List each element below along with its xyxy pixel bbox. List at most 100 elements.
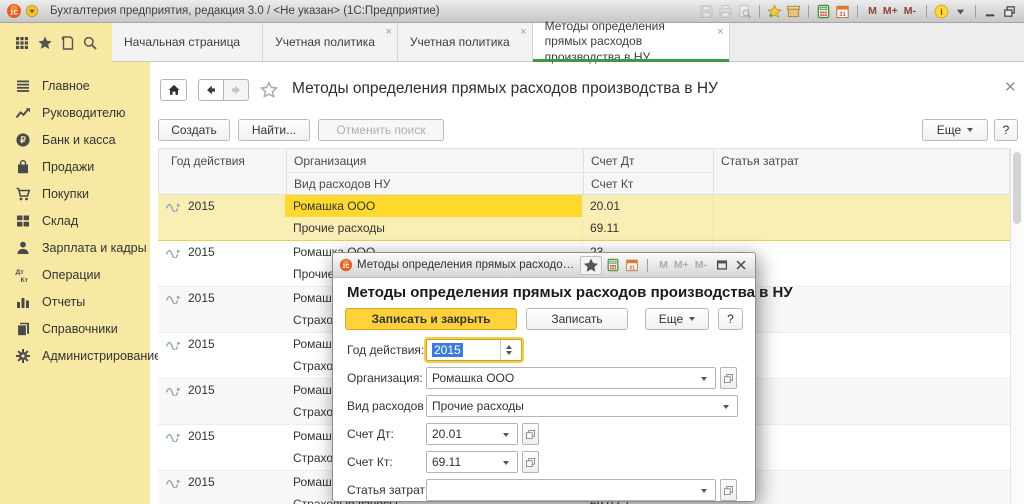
1c-logo-icon[interactable]: 1C [6, 3, 22, 19]
field-input[interactable]: 2015 [426, 339, 522, 361]
grid9-icon[interactable] [14, 35, 30, 51]
tab-1[interactable]: Учетная политика× [263, 23, 398, 61]
system-menu-icon[interactable] [25, 4, 39, 18]
star-add-icon[interactable] [766, 4, 783, 19]
close-icon[interactable] [733, 258, 749, 272]
header-kt[interactable]: Счет Кт [591, 177, 633, 191]
sidebar-item-0[interactable]: Главное [0, 72, 150, 99]
sidebar-item-5[interactable]: Склад [0, 207, 150, 234]
home-button[interactable] [160, 79, 187, 101]
open-button[interactable] [720, 367, 737, 389]
sidebar-item-2[interactable]: ₽Банк и касса [0, 126, 150, 153]
history-icon[interactable] [59, 35, 75, 51]
more-button[interactable]: Еще [922, 119, 988, 141]
icon-group-divider [975, 5, 976, 18]
favorite-star-icon[interactable] [260, 81, 278, 99]
sidebar-item-3[interactable]: Продажи [0, 153, 150, 180]
sidebar-item-label: Администрирование [42, 349, 161, 363]
caret-down-icon[interactable] [719, 401, 732, 412]
calendar-icon[interactable]: 31 [624, 258, 640, 272]
person-icon [15, 240, 31, 256]
save-icon [698, 4, 715, 19]
nav-back-button[interactable] [198, 79, 224, 101]
sidebar-item-4[interactable]: Покупки [0, 180, 150, 207]
open-button[interactable] [720, 479, 737, 501]
wave-icon [165, 201, 182, 212]
find-button[interactable]: Найти... [238, 119, 310, 141]
star-icon[interactable] [580, 256, 602, 275]
dialog-field-row: Статья затрат: [333, 479, 755, 501]
sidebar-item-8[interactable]: Отчеты [0, 288, 150, 315]
icon-group-divider [926, 5, 927, 18]
caret-icon[interactable] [952, 4, 969, 19]
minimize-icon[interactable] [982, 4, 999, 19]
vertical-scrollbar[interactable] [1010, 148, 1023, 504]
save-button[interactable]: Записать [526, 308, 628, 330]
create-button[interactable]: Создать [158, 119, 230, 141]
help-button[interactable]: ? [994, 119, 1018, 141]
tab-close-icon[interactable]: × [520, 27, 526, 38]
sidebar-item-7[interactable]: ДтКтОперации [0, 261, 150, 288]
dialog-memory-buttons: MM+M- [656, 259, 710, 271]
tab-close-icon[interactable]: × [385, 27, 391, 38]
sidebar-item-9[interactable]: Справочники [0, 315, 150, 342]
tab-3[interactable]: Методы определения прямых расходов произ… [533, 23, 730, 61]
cell-cost-item [712, 425, 1010, 447]
ruble-icon: ₽ [15, 132, 31, 148]
dialog-more-button[interactable]: Еще [645, 308, 709, 330]
wave-icon [165, 293, 182, 304]
svg-text:31: 31 [629, 265, 635, 271]
search-icon[interactable] [82, 35, 98, 51]
cell-dt: 20.01 [582, 195, 712, 217]
header-dt[interactable]: Счет Дт [591, 154, 635, 168]
scrollbar-thumb[interactable] [1013, 152, 1021, 224]
memory-button-m[interactable]: M [865, 5, 880, 17]
table-row[interactable]: 2015Ромашка ОООПрочие расходы20.0169.11 [158, 195, 1010, 241]
memory-button-m-[interactable]: M- [901, 5, 919, 17]
more-label: Еще [659, 312, 683, 326]
memory-button-m+[interactable]: M+ [880, 5, 901, 17]
field-input[interactable]: 20.01 [426, 423, 518, 445]
dialog-field-row: Год действия:2015 [333, 339, 755, 361]
open-button[interactable] [522, 423, 539, 445]
restore-icon[interactable] [1001, 4, 1018, 19]
field-input[interactable]: Прочие расходы [426, 395, 738, 417]
page-close-icon[interactable]: ✕ [1004, 78, 1017, 96]
sidebar-item-6[interactable]: Зарплата и кадры [0, 234, 150, 261]
field-input[interactable]: Ромашка ООО [426, 367, 716, 389]
caret-down-icon[interactable] [499, 429, 512, 440]
caret-down-icon[interactable] [697, 373, 710, 384]
open-button[interactable] [522, 451, 539, 473]
tab-0[interactable]: Начальная страница [112, 23, 263, 61]
calendar-icon[interactable]: 31 [834, 4, 851, 19]
bars-icon [15, 294, 31, 310]
header-year[interactable]: Год действия [171, 154, 245, 168]
caret-down-icon[interactable] [499, 457, 512, 468]
header-cost-item[interactable]: Статья затрат [721, 154, 799, 168]
field-value: 2015 [432, 343, 463, 357]
dialog-help-button[interactable]: ? [718, 308, 743, 330]
spinner-control[interactable] [500, 340, 516, 360]
menu-icon [15, 78, 31, 94]
maximize-icon[interactable] [714, 258, 730, 272]
field-input[interactable] [426, 479, 716, 501]
star-icon[interactable] [37, 35, 53, 51]
calc-icon[interactable] [605, 258, 621, 272]
caret-down-icon[interactable] [697, 485, 710, 496]
save-and-close-button[interactable]: Записать и закрыть [345, 308, 517, 330]
caret-down-icon [689, 317, 695, 324]
info-icon[interactable]: i [933, 4, 950, 19]
header-org[interactable]: Организация [294, 154, 366, 168]
icon-group-divider [759, 5, 760, 18]
tab-close-icon[interactable]: × [717, 27, 723, 38]
tab-2[interactable]: Учетная политика× [398, 23, 533, 61]
memory-button-m-: M- [692, 259, 710, 271]
box-icon[interactable] [785, 4, 802, 19]
nav-forward-button[interactable] [223, 79, 249, 101]
sidebar-item-10[interactable]: Администрирование [0, 342, 150, 369]
svg-text:1C: 1C [342, 264, 349, 270]
header-expense[interactable]: Вид расходов НУ [294, 177, 390, 191]
calc-icon[interactable] [815, 4, 832, 19]
field-input[interactable]: 69.11 [426, 451, 518, 473]
sidebar-item-1[interactable]: Руководителю [0, 99, 150, 126]
